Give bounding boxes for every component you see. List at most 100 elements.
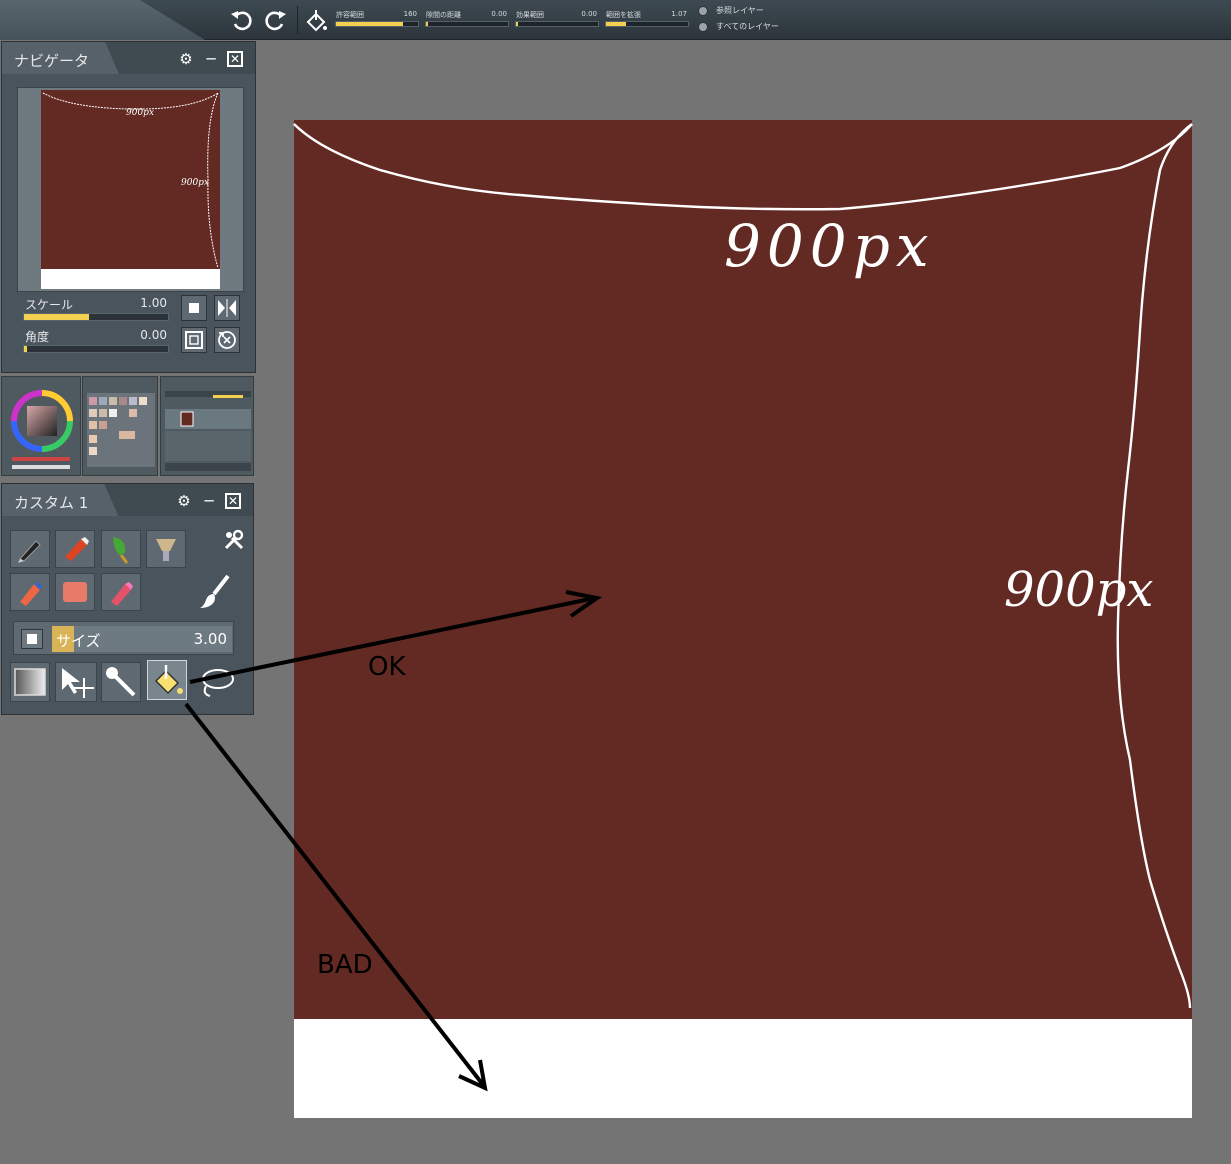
airbrush-icon xyxy=(156,539,176,561)
eraser-tool-button[interactable] xyxy=(55,573,95,611)
redo-button[interactable] xyxy=(261,6,289,34)
navigator-header: ナビゲータ ⚙ ─ ✕ xyxy=(2,42,255,74)
magic-wand-icon xyxy=(106,667,136,697)
angle-label: 角度 xyxy=(25,330,50,344)
move-tool-button[interactable] xyxy=(55,662,97,702)
color-set-panel[interactable] xyxy=(82,376,158,476)
square-stop-icon xyxy=(27,634,37,644)
expand-range-fill xyxy=(606,22,626,26)
tolerance-fill xyxy=(336,22,404,26)
pen-tool-button[interactable] xyxy=(10,530,50,568)
gap-distance-track[interactable] xyxy=(425,21,509,27)
tolerance-slider[interactable]: 許容範囲 160 xyxy=(335,8,419,30)
redo-icon xyxy=(265,11,286,31)
angle-slider[interactable]: 角度 0.00 xyxy=(23,328,169,354)
lasso-icon xyxy=(202,669,234,697)
size-slider[interactable]: サイズ 3.00 xyxy=(52,626,232,652)
ok-label: OK xyxy=(368,652,406,682)
reference-layer-label: 参照レイヤー xyxy=(716,6,764,15)
reference-layer-radio[interactable] xyxy=(698,5,708,16)
gradient-tool-button[interactable] xyxy=(10,662,50,702)
paint-bucket-icon xyxy=(306,10,327,32)
flip-horizontal-icon xyxy=(218,299,236,317)
tolerance-label: 許容範囲 xyxy=(336,11,364,19)
brush-size-control[interactable]: サイズ 3.00 xyxy=(13,621,234,655)
move-arrow-icon xyxy=(62,668,94,698)
scale-value: 1.00 xyxy=(140,296,167,310)
effect-range-fill xyxy=(516,22,518,26)
navigator-tab[interactable]: ナビゲータ xyxy=(2,42,119,74)
expand-range-track[interactable] xyxy=(605,21,689,27)
width-annotation: 900px xyxy=(724,212,935,280)
wrench-icon xyxy=(224,529,244,550)
effect-range-slider[interactable]: 効果範囲 0.00 xyxy=(515,8,599,30)
angle-value: 0.00 xyxy=(140,328,167,342)
scale-fill xyxy=(24,314,89,320)
minimize-icon[interactable]: ─ xyxy=(202,50,220,68)
pen-icon xyxy=(18,540,41,563)
current-brush-indicator[interactable] xyxy=(196,572,236,612)
marker-tool-button[interactable] xyxy=(10,573,50,611)
gradient-icon xyxy=(14,668,46,696)
canvas-unfilled-area xyxy=(294,1019,1192,1118)
flip-horizontal-button[interactable] xyxy=(214,295,240,321)
all-layers-option[interactable]: すべてのレイヤー xyxy=(698,21,779,32)
reset-scale-button[interactable] xyxy=(181,295,207,321)
all-layers-label: すべてのレイヤー xyxy=(716,22,779,31)
airbrush-tool-button[interactable] xyxy=(146,530,186,568)
navigator-panel: ナビゲータ ⚙ ─ ✕ 900px 900px スケール 1.00 角度 0.0… xyxy=(1,41,256,373)
navigator-width-annotation: 900px xyxy=(126,108,155,118)
fill-tool-button[interactable] xyxy=(147,660,187,700)
undo-button[interactable] xyxy=(228,6,256,34)
navigator-white-area xyxy=(41,269,220,289)
gap-distance-label: 隙間の距離 xyxy=(426,11,461,19)
layer-list-icon xyxy=(165,391,251,471)
angle-fill xyxy=(24,346,27,352)
fit-view-button[interactable] xyxy=(181,327,207,353)
all-layers-radio[interactable] xyxy=(698,21,708,32)
minimize-icon[interactable]: ─ xyxy=(200,492,218,510)
orange-marker-icon xyxy=(20,582,42,606)
navigator-sketch-lines xyxy=(42,92,219,269)
effect-range-track[interactable] xyxy=(515,21,599,27)
pencil-tool-button[interactable] xyxy=(55,530,95,568)
close-icon[interactable]: ✕ xyxy=(227,51,243,67)
gap-distance-slider[interactable]: 隙間の距離 0.00 xyxy=(425,8,509,30)
color-wheel-panel[interactable] xyxy=(1,376,81,476)
pink-marker-icon xyxy=(111,582,133,606)
gear-icon[interactable]: ⚙ xyxy=(175,492,193,510)
eraser-icon xyxy=(63,582,87,602)
red-pencil-icon xyxy=(65,537,89,561)
reference-layer-option[interactable]: 参照レイヤー xyxy=(698,5,764,16)
angle-track[interactable] xyxy=(23,345,169,353)
scale-slider[interactable]: スケール 1.00 xyxy=(23,296,169,322)
gap-distance-value: 0.00 xyxy=(491,10,507,18)
layer-panel[interactable] xyxy=(160,376,254,476)
highlighter-tool-button[interactable] xyxy=(101,573,141,611)
scale-label: スケール xyxy=(25,298,74,312)
toolbar-tab-area xyxy=(0,0,205,40)
lasso-tool-button[interactable] xyxy=(196,664,236,700)
custom-panel-header: カスタム 1 ⚙ ─ ✕ xyxy=(2,484,253,516)
reset-rotation-button[interactable] xyxy=(214,327,240,353)
square-stop-icon xyxy=(189,303,199,313)
paintbrush-icon xyxy=(200,574,230,608)
navigator-height-annotation: 900px xyxy=(181,178,210,188)
fill-tool-button[interactable] xyxy=(302,6,330,34)
magic-wand-tool-button[interactable] xyxy=(101,662,141,702)
tool-settings-button[interactable] xyxy=(222,528,246,552)
close-icon[interactable]: ✕ xyxy=(225,493,241,509)
navigator-preview[interactable]: 900px 900px xyxy=(17,87,244,292)
green-brush-icon xyxy=(113,537,129,564)
brush-tool-button[interactable] xyxy=(101,530,141,568)
scale-track[interactable] xyxy=(23,313,169,321)
paint-bucket-icon xyxy=(154,665,183,695)
expand-range-slider[interactable]: 範囲を拡張 1.07 xyxy=(605,8,689,30)
gear-icon[interactable]: ⚙ xyxy=(177,50,195,68)
size-label: サイズ xyxy=(56,632,101,650)
tolerance-track[interactable] xyxy=(335,21,419,27)
size-lock-button[interactable] xyxy=(21,629,43,649)
custom-panel-tab[interactable]: カスタム 1 xyxy=(2,484,118,516)
toolbar-separator xyxy=(297,6,298,34)
effect-range-label: 効果範囲 xyxy=(516,11,544,19)
